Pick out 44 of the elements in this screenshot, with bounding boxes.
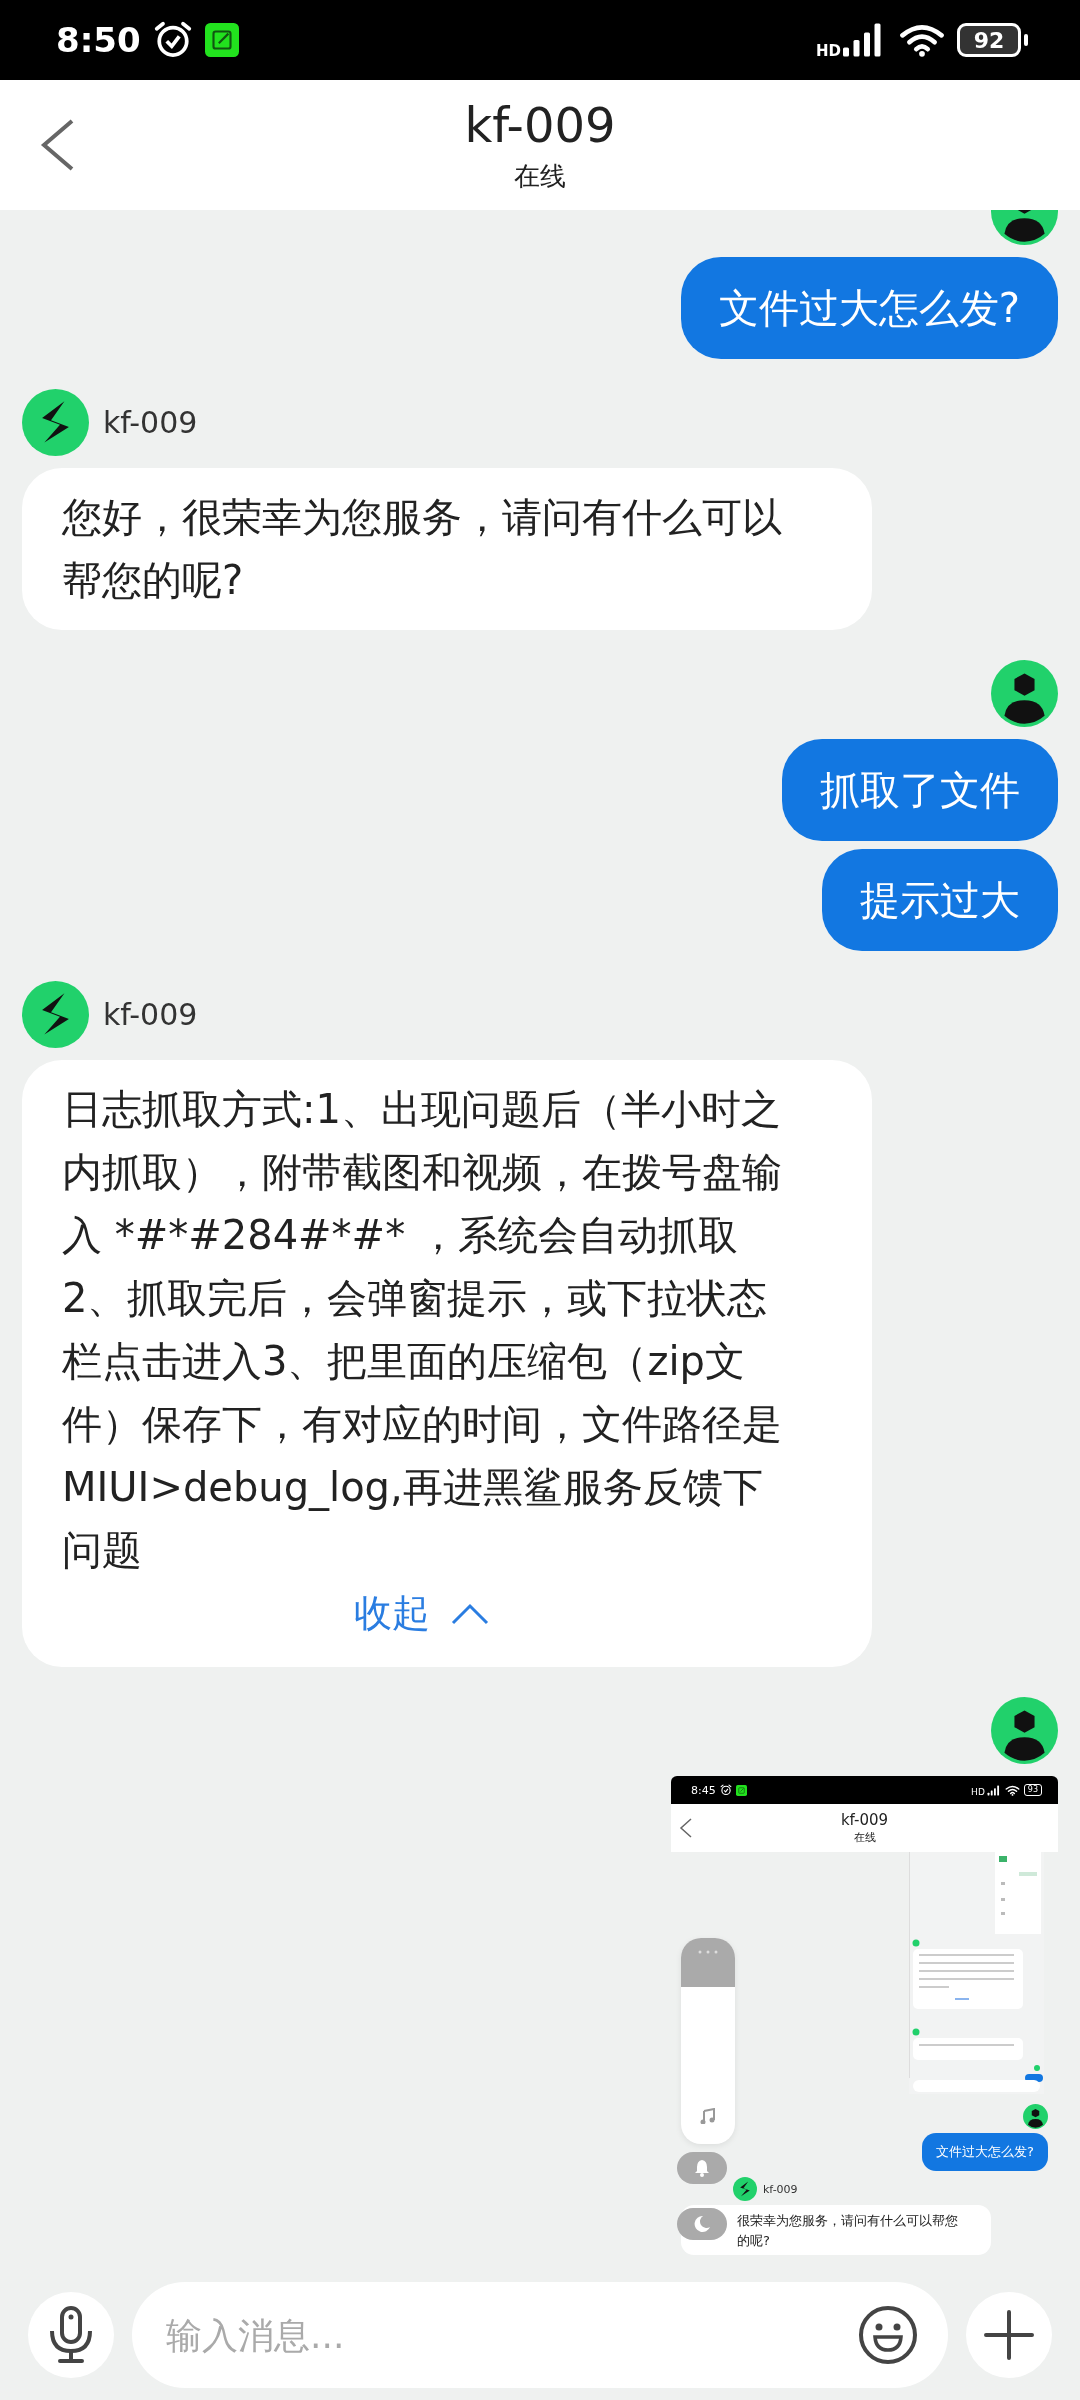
plus-icon	[984, 2310, 1034, 2360]
user-avatar	[991, 1697, 1058, 1764]
moon-icon	[693, 2215, 711, 2233]
agent-name: kf-009	[103, 405, 198, 440]
wifi-icon	[899, 22, 945, 58]
wifi-icon	[1004, 1784, 1020, 1796]
bell-icon	[694, 2159, 710, 2177]
message-bubble: 抓取了文件	[782, 739, 1058, 841]
agent-avatar	[22, 981, 89, 1048]
message-bubble: 您好，很荣幸为您服务，请问有什么可以帮您的呢?	[22, 468, 872, 630]
agent-name: kf-009	[763, 2182, 798, 2196]
message-bubble: 很荣幸为您服务，请问有什么可以帮您的呢?	[681, 2205, 991, 2255]
user-avatar	[991, 660, 1058, 727]
message-bubble: 文件过大怎么发?	[922, 2133, 1048, 2171]
agent-avatar	[22, 389, 89, 456]
note-app-icon	[735, 1784, 747, 1796]
emoji-icon	[858, 2305, 918, 2365]
online-status: 在线	[853, 1830, 876, 1845]
alarm-clock-icon	[152, 20, 193, 60]
music-note-icon	[700, 2108, 716, 2124]
status-time: 8:45	[691, 1783, 716, 1797]
battery-indicator: 92	[957, 23, 1021, 57]
signal-icon	[986, 1784, 1001, 1796]
network-type-label: HD	[971, 1786, 985, 1797]
alarm-clock-icon	[719, 1784, 732, 1796]
message-bubble: 文件过大怎么发?	[680, 257, 1058, 359]
user-avatar	[1023, 2104, 1048, 2129]
battery-indicator: 93	[1023, 1784, 1042, 1796]
online-status: 在线	[514, 159, 566, 193]
note-app-icon	[204, 23, 239, 57]
chat-title: kf-009	[464, 96, 616, 153]
message-input-field[interactable]: 输入消息...	[132, 2282, 948, 2388]
message-bubble: 提示过大	[822, 849, 1058, 951]
emoji-button[interactable]	[858, 2305, 918, 2365]
agent-name: kf-009	[103, 997, 198, 1032]
chat-title: kf-009	[840, 1811, 889, 1829]
network-type-label: HD	[816, 42, 841, 60]
back-icon	[679, 1818, 693, 1838]
more-icon	[698, 1950, 718, 1954]
status-time: 8:50	[56, 20, 141, 60]
microphone-icon	[48, 2305, 94, 2365]
message-bubble: 日志抓取方式:1、出现问题后（半小时之内抓取），附带截图和视频，在拨号盘输入 *#*#284#*#* ，系统会自动抓取2、抓取完后，会弹窗提示，或下拉状态栏点击进入3、把里面的压缩包（zip文件）保存下，有对应的时间，文件路径是MIUI>debug_log,再进黑鲨服务反馈下问题 收起	[22, 1060, 872, 1667]
collapse-link[interactable]: 收起	[354, 1588, 490, 1639]
agent-avatar	[733, 2177, 757, 2201]
